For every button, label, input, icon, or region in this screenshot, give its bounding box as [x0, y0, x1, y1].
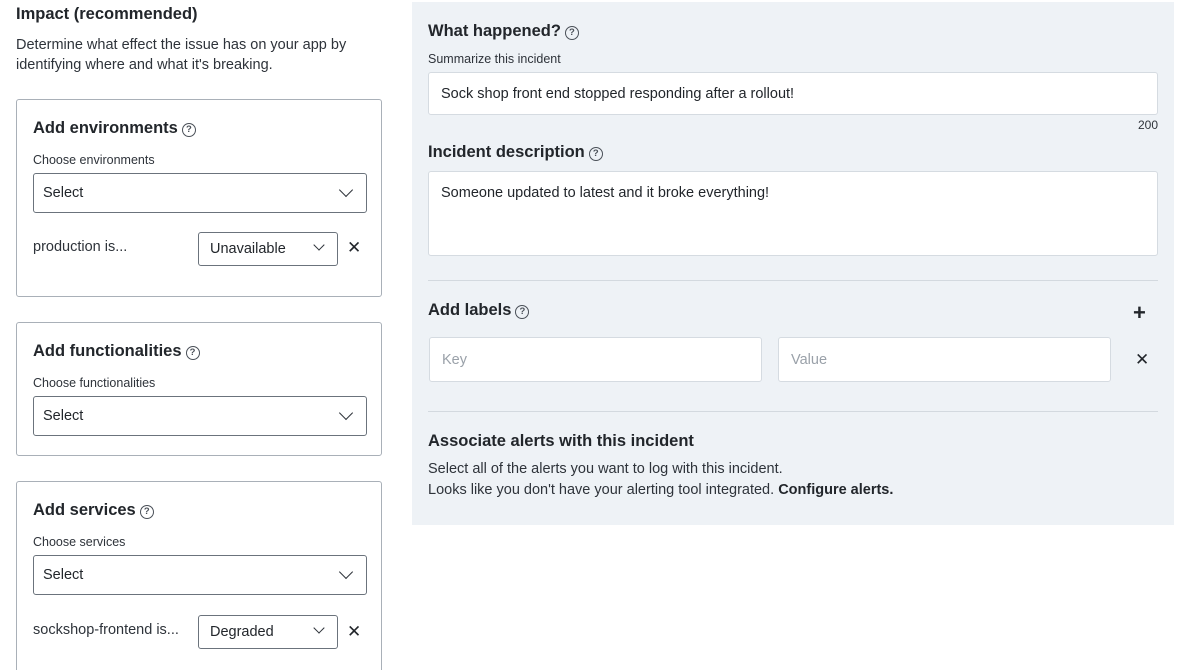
- associate-alerts-description: Select all of the alerts you want to log…: [428, 459, 893, 501]
- functionalities-select-value: Select: [43, 408, 84, 424]
- functionalities-card: Add functionalities? Choose functionalit…: [16, 322, 382, 456]
- configure-alerts-link[interactable]: Configure alerts.: [778, 482, 893, 498]
- associate-alerts-line1: Select all of the alerts you want to log…: [428, 461, 783, 477]
- environment-status-value: Unavailable: [210, 241, 286, 257]
- services-title: Add services?: [33, 501, 154, 520]
- service-status-value: Degraded: [210, 624, 274, 640]
- associate-alerts-line2: Looks like you don't have your alerting …: [428, 482, 894, 498]
- help-icon[interactable]: ?: [564, 26, 579, 40]
- environment-row-label: production is...: [33, 239, 128, 255]
- chevron-down-icon: [313, 622, 325, 634]
- service-status-select[interactable]: Degraded: [198, 615, 338, 649]
- label-value-input[interactable]: [778, 337, 1111, 382]
- associate-alerts-title: Associate alerts with this incident: [428, 432, 694, 450]
- character-counter: 200: [1137, 118, 1158, 132]
- incident-details-panel: What happened?? Summarize this incident …: [412, 2, 1174, 525]
- divider: [428, 280, 1158, 281]
- help-icon[interactable]: ?: [588, 147, 603, 161]
- chevron-down-icon: [338, 405, 354, 421]
- help-icon[interactable]: ?: [185, 346, 200, 360]
- summary-input[interactable]: Sock shop front end stopped responding a…: [428, 72, 1158, 115]
- help-icon[interactable]: ?: [139, 505, 154, 519]
- services-card: Add services? Choose services Select soc…: [16, 481, 382, 670]
- services-select[interactable]: Select: [33, 555, 367, 595]
- functionalities-title: Add functionalities?: [33, 342, 200, 361]
- label-key-input[interactable]: [429, 337, 762, 382]
- functionalities-sublabel: Choose functionalities: [33, 376, 156, 390]
- help-icon[interactable]: ?: [515, 305, 530, 319]
- impact-title: Impact (recommended): [16, 5, 198, 23]
- functionalities-select[interactable]: Select: [33, 396, 367, 436]
- remove-service-icon[interactable]: ✕: [347, 623, 361, 640]
- remove-environment-icon[interactable]: ✕: [347, 239, 361, 256]
- divider: [428, 411, 1158, 412]
- help-icon[interactable]: ?: [181, 123, 196, 137]
- environments-sublabel: Choose environments: [33, 153, 155, 167]
- chevron-down-icon: [313, 239, 325, 251]
- chevron-down-icon: [338, 182, 354, 198]
- incident-description-textarea[interactable]: Someone updated to latest and it broke e…: [428, 171, 1158, 256]
- environments-select-value: Select: [43, 185, 84, 201]
- impact-description: Determine what effect the issue has on y…: [16, 37, 347, 73]
- what-happened-sublabel: Summarize this incident: [428, 52, 561, 66]
- add-labels-title: Add labels?: [428, 301, 530, 320]
- service-row-label: sockshop-frontend is...: [33, 622, 179, 638]
- chevron-down-icon: [338, 564, 354, 580]
- environment-status-select[interactable]: Unavailable: [198, 232, 338, 266]
- services-select-value: Select: [43, 567, 84, 583]
- environments-title: Add environments?: [33, 119, 196, 138]
- what-happened-title: What happened??: [428, 22, 579, 41]
- incident-description-title: Incident description?: [428, 143, 603, 162]
- environments-select[interactable]: Select: [33, 173, 367, 213]
- summary-input-value: Sock shop front end stopped responding a…: [441, 86, 795, 102]
- environments-card: Add environments? Choose environments Se…: [16, 99, 382, 297]
- services-sublabel: Choose services: [33, 535, 126, 549]
- remove-label-icon[interactable]: ✕: [1135, 351, 1149, 368]
- incident-description-value: Someone updated to latest and it broke e…: [441, 185, 770, 201]
- add-label-icon[interactable]: +: [1133, 302, 1146, 324]
